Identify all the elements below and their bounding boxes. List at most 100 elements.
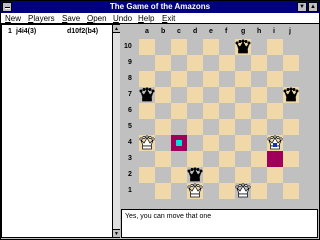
board-square-h1[interactable] (251, 183, 267, 199)
board-square-f8[interactable] (219, 71, 235, 87)
game-board[interactable] (139, 39, 299, 199)
board-square-b8[interactable] (155, 71, 171, 87)
board-square-g2[interactable] (235, 167, 251, 183)
board-square-d9[interactable] (187, 55, 203, 71)
board-square-b3[interactable] (155, 151, 171, 167)
board-square-c7[interactable] (171, 87, 187, 103)
board-square-g4[interactable] (235, 135, 251, 151)
white-queen-icon[interactable] (139, 135, 155, 151)
white-queen-icon[interactable] (235, 183, 251, 199)
black-queen-icon[interactable] (283, 87, 299, 103)
board-square-e4[interactable] (203, 135, 219, 151)
board-square-b1[interactable] (155, 183, 171, 199)
board-square-h8[interactable] (251, 71, 267, 87)
board-square-b6[interactable] (155, 103, 171, 119)
board-square-g7[interactable] (235, 87, 251, 103)
board-square-b2[interactable] (155, 167, 171, 183)
board-square-d7[interactable] (187, 87, 203, 103)
board-square-b7[interactable] (155, 87, 171, 103)
board-square-b5[interactable] (155, 119, 171, 135)
board-square-f10[interactable] (219, 39, 235, 55)
board-square-j10[interactable] (283, 39, 299, 55)
board-square-d6[interactable] (187, 103, 203, 119)
board-square-g6[interactable] (235, 103, 251, 119)
board-square-a5[interactable] (139, 119, 155, 135)
menu-players[interactable]: Players (28, 13, 55, 24)
board-square-g5[interactable] (235, 119, 251, 135)
board-square-b9[interactable] (155, 55, 171, 71)
board-square-i6[interactable] (267, 103, 283, 119)
board-square-g8[interactable] (235, 71, 251, 87)
scroll-up-arrow-icon[interactable]: ▲ (113, 25, 120, 33)
board-square-i5[interactable] (267, 119, 283, 135)
black-queen-icon[interactable] (235, 39, 251, 55)
board-square-b4[interactable] (155, 135, 171, 151)
board-square-f6[interactable] (219, 103, 235, 119)
system-menu-button[interactable] (2, 2, 12, 12)
board-square-c3[interactable] (171, 151, 187, 167)
board-square-c10[interactable] (171, 39, 187, 55)
board-square-h7[interactable] (251, 87, 267, 103)
board-square-e8[interactable] (203, 71, 219, 87)
board-square-c9[interactable] (171, 55, 187, 71)
board-square-d10[interactable] (187, 39, 203, 55)
board-square-h9[interactable] (251, 55, 267, 71)
board-square-i10[interactable] (267, 39, 283, 55)
menu-help[interactable]: Help (138, 13, 154, 24)
move-list-scrollbar[interactable]: ▲ ▼ (112, 25, 120, 237)
board-square-j8[interactable] (283, 71, 299, 87)
board-square-c1[interactable] (171, 183, 187, 199)
board-square-h10[interactable] (251, 39, 267, 55)
board-square-j4[interactable] (283, 135, 299, 151)
board-square-e3[interactable] (203, 151, 219, 167)
board-square-a6[interactable] (139, 103, 155, 119)
board-square-j3[interactable] (283, 151, 299, 167)
board-square-h2[interactable] (251, 167, 267, 183)
board-square-h4[interactable] (251, 135, 267, 151)
board-square-i9[interactable] (267, 55, 283, 71)
board-square-e10[interactable] (203, 39, 219, 55)
board-square-e5[interactable] (203, 119, 219, 135)
board-square-j6[interactable] (283, 103, 299, 119)
minimize-button[interactable]: ▼ (297, 2, 307, 12)
board-square-i8[interactable] (267, 71, 283, 87)
board-square-d5[interactable] (187, 119, 203, 135)
board-square-g3[interactable] (235, 151, 251, 167)
move-list[interactable]: 1 j4i4(3) d10f2(b4) ▲ ▼ (1, 24, 120, 238)
board-square-a8[interactable] (139, 71, 155, 87)
board-square-d4[interactable] (187, 135, 203, 151)
board-square-j2[interactable] (283, 167, 299, 183)
board-square-f7[interactable] (219, 87, 235, 103)
board-square-j1[interactable] (283, 183, 299, 199)
menu-open[interactable]: Open (87, 13, 107, 24)
board-square-e7[interactable] (203, 87, 219, 103)
board-square-f4[interactable] (219, 135, 235, 151)
board-square-e9[interactable] (203, 55, 219, 71)
board-square-g9[interactable] (235, 55, 251, 71)
board-square-a3[interactable] (139, 151, 155, 167)
board-square-f3[interactable] (219, 151, 235, 167)
board-square-f1[interactable] (219, 183, 235, 199)
board-square-c8[interactable] (171, 71, 187, 87)
board-square-e6[interactable] (203, 103, 219, 119)
menu-save[interactable]: Save (62, 13, 80, 24)
board-square-e2[interactable] (203, 167, 219, 183)
board-square-c2[interactable] (171, 167, 187, 183)
board-square-a9[interactable] (139, 55, 155, 71)
board-square-f9[interactable] (219, 55, 235, 71)
white-queen-icon[interactable] (267, 135, 283, 151)
board-square-a10[interactable] (139, 39, 155, 55)
maximize-button[interactable]: ▲ (308, 2, 318, 12)
board-square-j5[interactable] (283, 119, 299, 135)
board-square-h3[interactable] (251, 151, 267, 167)
board-square-f5[interactable] (219, 119, 235, 135)
black-queen-icon[interactable] (139, 87, 155, 103)
board-square-i1[interactable] (267, 183, 283, 199)
board-square-j9[interactable] (283, 55, 299, 71)
board-square-e1[interactable] (203, 183, 219, 199)
menu-new[interactable]: New (5, 13, 21, 24)
menu-exit[interactable]: Exit (162, 13, 175, 24)
board-square-d8[interactable] (187, 71, 203, 87)
board-square-f2[interactable] (219, 167, 235, 183)
board-square-b10[interactable] (155, 39, 171, 55)
